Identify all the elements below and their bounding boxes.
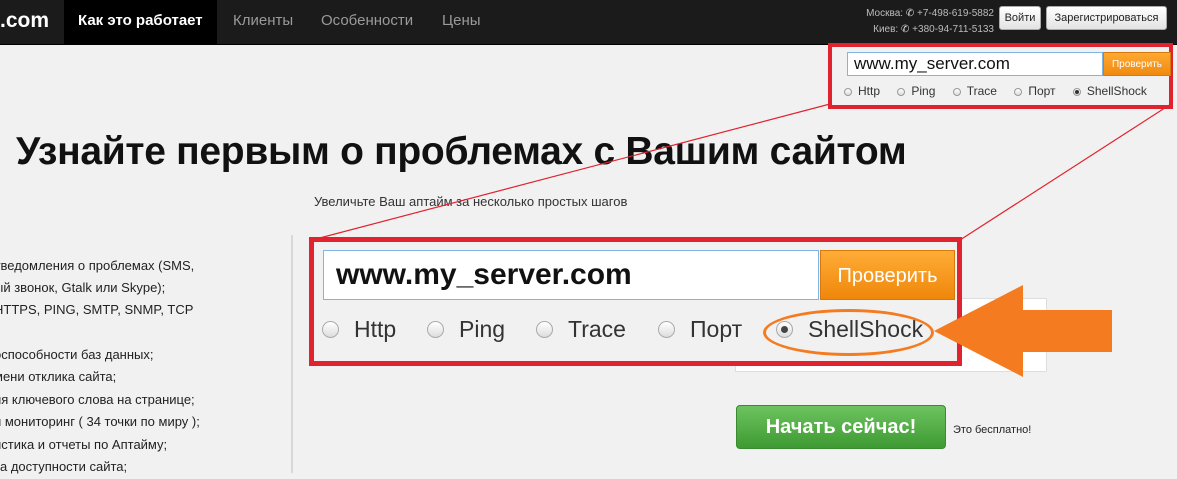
list-item: истика и отчеты по Аптайму;: [0, 436, 168, 452]
list-item: [0, 321, 200, 344]
radio-label: ShellShock: [1086, 84, 1147, 98]
list-item: ый звонок, Gtalk или Skype);: [0, 280, 166, 295]
radio-selected-icon: [1072, 88, 1081, 96]
small-radio-port[interactable]: Порт: [1014, 84, 1056, 98]
radio-label: Http: [858, 84, 881, 98]
radio-circle-icon: [897, 88, 906, 96]
column-divider: [291, 235, 293, 473]
nav-item-how-it-works[interactable]: Как это работает: [64, 0, 217, 44]
radio-label: Http: [354, 316, 397, 342]
radio-label: Ping: [911, 84, 936, 98]
phone-icon: ✆: [901, 24, 910, 35]
radio-circle-icon: [322, 321, 339, 338]
list-item: ия ключевого слова на странице;: [0, 391, 195, 407]
contact-city: Киев:: [873, 24, 899, 35]
page-subtitle: Увеличьте Ваш аптайм за несколько просты…: [314, 194, 628, 209]
radio-circle-icon: [844, 88, 852, 96]
small-url-input[interactable]: www.my_server.com: [847, 52, 1103, 76]
small-radio-trace[interactable]: Trace: [952, 84, 997, 98]
login-button[interactable]: Войти: [999, 6, 1041, 30]
shellshock-highlight-ellipse: [763, 309, 934, 356]
contact-moscow: Москва: ✆ +7-498-619-5882: [866, 6, 994, 22]
list-item: уведомления о проблемах (SMS,: [0, 258, 195, 273]
contact-kiev: Киев: ✆ +380-94-711-5133: [866, 22, 994, 38]
radio-trace[interactable]: Trace: [536, 316, 626, 343]
contact-city: Москва:: [866, 8, 904, 19]
small-check-type-options: Http Ping Trace Порт ShellShock: [844, 84, 1147, 98]
contact-phones: Москва: ✆ +7-498-619-5882 Киев: ✆ +380-9…: [866, 6, 994, 38]
free-note: Это бесплатно!: [953, 424, 1032, 436]
radio-circle-icon: [952, 88, 961, 96]
nav-item-prices[interactable]: Цены: [428, 0, 495, 44]
radio-http[interactable]: Http: [322, 316, 396, 343]
radio-circle-icon: [658, 321, 675, 338]
radio-port[interactable]: Порт: [658, 316, 742, 343]
page-title: Узнайте первым о проблемах с Вашим сайто…: [16, 130, 907, 173]
radio-label: Порт: [1028, 84, 1056, 98]
phone-icon: ✆: [905, 8, 915, 19]
list-item: мени отклика сайта;: [0, 369, 117, 384]
nav-item-features[interactable]: Особенности: [307, 0, 427, 44]
contact-phone-number: +7-498-619-5882: [916, 8, 994, 19]
small-radio-ping[interactable]: Ping: [897, 84, 935, 98]
small-check-button[interactable]: Проверить: [1103, 52, 1171, 76]
list-item: ка доступности сайта;: [0, 459, 128, 474]
url-input[interactable]: www.my_server.com: [323, 250, 819, 300]
radio-label: Trace: [568, 316, 626, 342]
small-radio-http[interactable]: Http: [844, 84, 880, 98]
contact-phone-number: +380-94-711-5133: [912, 24, 994, 35]
radio-circle-icon: [1014, 88, 1023, 96]
register-button[interactable]: Зарегистрироваться: [1046, 6, 1167, 30]
list-item: оспособности баз данных;: [0, 346, 154, 362]
radio-circle-icon: [427, 321, 444, 338]
radio-label: Порт: [690, 316, 743, 342]
list-item: HTTPS, PING, SMTP, SNMP, TCP: [0, 302, 194, 317]
start-now-button[interactable]: Начать сейчас!: [736, 405, 946, 449]
radio-label: Trace: [966, 84, 997, 98]
site-logo[interactable]: .com: [0, 0, 49, 44]
small-radio-shellshock[interactable]: ShellShock: [1072, 84, 1147, 98]
nav-item-clients[interactable]: Клиенты: [219, 0, 307, 44]
radio-circle-icon: [536, 321, 553, 338]
small-check-widget-highlight: www.my_server.com Проверить Http Ping Tr…: [828, 43, 1173, 109]
check-button[interactable]: Проверить: [820, 250, 955, 300]
features-list: уведомления о проблемах (SMS, ый звонок,…: [0, 255, 200, 479]
top-navbar: .com Как это работает Клиенты Особенност…: [0, 0, 1177, 45]
radio-label: Ping: [459, 316, 506, 342]
list-item: й мониторинг ( 34 точки по миру );: [0, 414, 200, 429]
radio-ping[interactable]: Ping: [427, 316, 505, 343]
